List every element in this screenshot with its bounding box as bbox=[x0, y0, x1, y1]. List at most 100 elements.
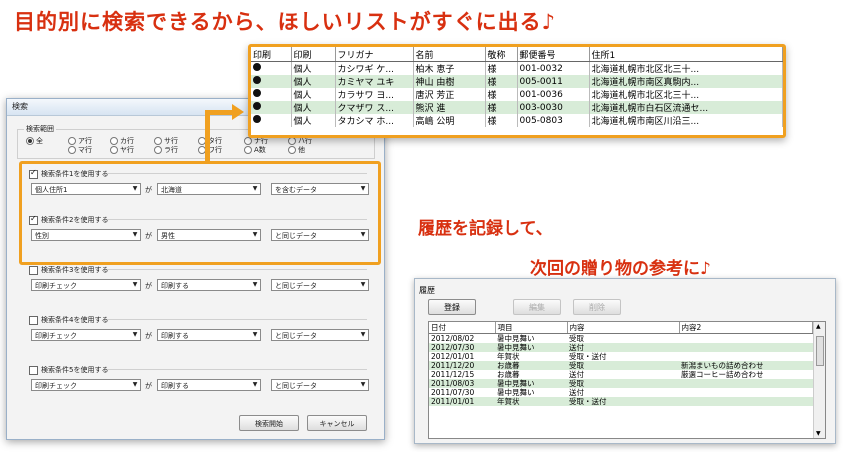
condition-checkbox[interactable] bbox=[29, 168, 38, 179]
dropdown-arrow-icon[interactable]: ▼ bbox=[250, 330, 260, 340]
dropdown-arrow-icon[interactable]: ▼ bbox=[358, 184, 368, 194]
result-column-header[interactable]: 名前 bbox=[413, 47, 486, 62]
history-row[interactable]: 2011/12/15 お歳暮 送付 厳選コーヒー詰め合わせ bbox=[429, 370, 813, 379]
history-row[interactable]: 2011/12/20 お歳暮 受取 新潟まいもの詰め合わせ bbox=[429, 361, 813, 370]
condition-value-select[interactable]: 印刷する ▼ bbox=[157, 379, 261, 391]
history-cell: 2011/01/01 bbox=[429, 397, 495, 406]
radio-circle-icon bbox=[288, 146, 296, 154]
condition-header-label: 検索条件4を使用する bbox=[41, 316, 109, 324]
search-start-button[interactable]: 検索開始 bbox=[239, 415, 299, 431]
dropdown-arrow-icon[interactable]: ▼ bbox=[250, 280, 260, 290]
result-column-header[interactable]: 敬称 bbox=[485, 47, 518, 62]
scroll-down-icon[interactable]: ▼ bbox=[816, 430, 821, 437]
dropdown-arrow-icon[interactable]: ▼ bbox=[130, 280, 140, 290]
range-radio[interactable]: マ行 bbox=[68, 145, 92, 155]
result-cell: 個人 bbox=[291, 75, 336, 88]
range-radio[interactable]: A数 bbox=[244, 145, 266, 155]
range-radio-label: 全 bbox=[36, 137, 43, 145]
condition-field-select[interactable]: 印刷チェック ▼ bbox=[31, 379, 141, 391]
history-row[interactable]: 2011/08/03 暑中見舞い 受取 bbox=[429, 379, 813, 388]
ga-label: が bbox=[145, 186, 152, 194]
condition-field-select[interactable]: 性別 ▼ bbox=[31, 229, 141, 241]
dropdown-arrow-icon[interactable]: ▼ bbox=[130, 230, 140, 240]
history-cell: 受取・送付 bbox=[569, 352, 607, 361]
scroll-up-icon[interactable]: ▲ bbox=[816, 323, 821, 330]
result-column-header[interactable]: 住所1 bbox=[589, 47, 783, 62]
dropdown-arrow-icon[interactable]: ▼ bbox=[358, 380, 368, 390]
result-column-header[interactable]: 印刷 bbox=[251, 47, 292, 62]
history-row[interactable]: 2012/01/01 年賀状 受取・送付 bbox=[429, 352, 813, 361]
condition-checkbox[interactable] bbox=[29, 214, 38, 225]
condition-value-select[interactable]: 北海道 ▼ bbox=[157, 183, 261, 195]
dropdown-arrow-icon[interactable]: ▼ bbox=[358, 330, 368, 340]
delete-button[interactable]: 削除 bbox=[573, 299, 621, 315]
range-radio[interactable]: 他 bbox=[288, 145, 305, 155]
result-column-header[interactable]: フリガナ bbox=[335, 47, 414, 62]
dropdown-arrow-icon[interactable]: ▼ bbox=[250, 380, 260, 390]
condition-field-value: 個人住所1 bbox=[35, 186, 68, 194]
history-column-header[interactable]: 項目 bbox=[495, 322, 568, 334]
history-row[interactable]: 2012/07/30 暑中見舞い 送付 bbox=[429, 343, 813, 352]
history-column-header[interactable]: 内容2 bbox=[679, 322, 813, 334]
condition-match-select[interactable]: と同じデータ ▼ bbox=[271, 329, 369, 341]
range-radio[interactable]: ラ行 bbox=[154, 145, 178, 155]
print-dot-icon bbox=[253, 63, 261, 71]
dropdown-arrow-icon[interactable]: ▼ bbox=[250, 184, 260, 194]
condition-field-select[interactable]: 個人住所1 ▼ bbox=[31, 183, 141, 195]
cancel-button[interactable]: キャンセル bbox=[307, 415, 367, 431]
condition-value-select[interactable]: 印刷する ▼ bbox=[157, 329, 261, 341]
condition-match-select[interactable]: と同じデータ ▼ bbox=[271, 279, 369, 291]
condition-header[interactable]: 検索条件1を使用する bbox=[29, 168, 108, 179]
condition-value-select[interactable]: 印刷する ▼ bbox=[157, 279, 261, 291]
condition-checkbox[interactable] bbox=[29, 365, 38, 375]
result-row[interactable]: 個人 タカシマ ホ... 高嶋 公明様 005-0803 北海道札幌市南区川沿三... bbox=[251, 114, 783, 127]
ga-label: が bbox=[145, 332, 152, 340]
dropdown-arrow-icon[interactable]: ▼ bbox=[250, 230, 260, 240]
range-radio-label: ヤ行 bbox=[120, 146, 134, 154]
dropdown-arrow-icon[interactable]: ▼ bbox=[130, 184, 140, 194]
condition-header[interactable]: 検索条件5を使用する bbox=[29, 365, 108, 375]
history-row[interactable]: 2011/01/01 年賀状 受取・送付 bbox=[429, 397, 813, 406]
dropdown-arrow-icon[interactable]: ▼ bbox=[358, 230, 368, 240]
condition-header[interactable]: 検索条件3を使用する bbox=[29, 265, 108, 275]
condition-match-select[interactable]: と同じデータ ▼ bbox=[271, 229, 369, 241]
history-column-header[interactable]: 日付 bbox=[429, 322, 496, 334]
edit-button[interactable]: 編集 bbox=[513, 299, 561, 315]
search-dialog: 検索 検索範囲 全ア行カ行サ行タ行ナ行ハ行マ行ヤ行ラ行ワ行A数他 検索条件1を使… bbox=[6, 98, 385, 440]
history-scrollbar[interactable]: ▲ ▼ bbox=[813, 322, 825, 438]
condition-match-select[interactable]: を含むデータ ▼ bbox=[271, 183, 369, 195]
history-column-header[interactable]: 内容 bbox=[567, 322, 680, 334]
condition-value-select[interactable]: 男性 ▼ bbox=[157, 229, 261, 241]
result-row[interactable]: 個人 カミヤマ ユキ 神山 由樹様 005-0011 北海道札幌市南区真駒内... bbox=[251, 75, 783, 88]
condition-field-select[interactable]: 印刷チェック ▼ bbox=[31, 329, 141, 341]
result-column-header[interactable]: 郵便番号 bbox=[517, 47, 590, 62]
range-radio[interactable]: ワ行 bbox=[198, 145, 222, 155]
dropdown-arrow-icon[interactable]: ▼ bbox=[130, 380, 140, 390]
range-radio[interactable]: ヤ行 bbox=[110, 145, 134, 155]
condition-field-select[interactable]: 印刷チェック ▼ bbox=[31, 279, 141, 291]
condition-checkbox[interactable] bbox=[29, 265, 38, 275]
result-row[interactable]: 個人 クマザワ ス... 熊沢 進様 003-0030 北海道札幌市白石区流通セ... bbox=[251, 101, 783, 114]
history-row[interactable]: 2011/07/30 暑中見舞い 送付 bbox=[429, 388, 813, 397]
dropdown-arrow-icon[interactable]: ▼ bbox=[130, 330, 140, 340]
radio-circle-icon bbox=[244, 146, 252, 154]
history-cell: 2011/12/15 bbox=[431, 370, 475, 379]
result-row[interactable]: 個人 カシワギ ケ... 柏木 恵子様 001-0032 北海道札幌市北区北三十... bbox=[251, 61, 783, 75]
result-cell: 神山 由樹 bbox=[413, 75, 486, 88]
scroll-thumb[interactable] bbox=[816, 336, 824, 366]
history-cell: 暑中見舞い bbox=[495, 343, 567, 352]
condition-checkbox[interactable] bbox=[29, 315, 38, 325]
history-row[interactable]: 2012/08/02 暑中見舞い 受取 bbox=[429, 334, 813, 344]
result-cell: 001-0032 bbox=[517, 61, 590, 75]
condition-match-select[interactable]: と同じデータ ▼ bbox=[271, 379, 369, 391]
range-radio[interactable]: 全 bbox=[26, 136, 43, 146]
condition-header[interactable]: 検索条件2を使用する bbox=[29, 214, 108, 225]
result-column-header[interactable]: 印刷 bbox=[291, 47, 336, 62]
condition-value: 印刷する bbox=[161, 382, 189, 390]
register-button[interactable]: 登録 bbox=[428, 299, 476, 315]
range-radio-label: 他 bbox=[298, 146, 305, 154]
condition-header-label: 検索条件5を使用する bbox=[41, 366, 109, 374]
condition-header[interactable]: 検索条件4を使用する bbox=[29, 315, 108, 325]
result-row[interactable]: 個人 カラサワ ヨ... 唐沢 芳正様 001-0036 北海道札幌市北区北三十... bbox=[251, 88, 783, 101]
dropdown-arrow-icon[interactable]: ▼ bbox=[358, 280, 368, 290]
